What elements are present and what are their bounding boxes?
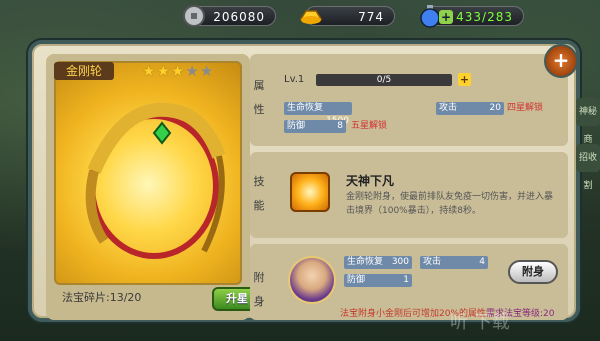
experience-bar: 0/5: [316, 74, 452, 86]
attach-button[interactable]: 附身: [508, 260, 558, 284]
attributes-section: 属性 Lv.1 0/5 + 生命恢复1500 攻击20 四星解锁 防御8 五星解…: [250, 54, 568, 146]
add-stamina-button[interactable]: +: [439, 10, 453, 24]
silver-value: 206080: [213, 10, 265, 24]
attach-label: 附身: [253, 271, 265, 308]
treasure-artwork: [54, 61, 242, 285]
fragment-count: 法宝碎片:13/20: [62, 291, 142, 304]
add-level-button[interactable]: +: [458, 73, 471, 86]
stat-hp-regen: 生命恢复1500: [284, 102, 352, 126]
attach-stat-attack: 攻击 4: [420, 256, 488, 269]
side-tab-2[interactable]: 招收割: [576, 144, 600, 191]
attach-stat-defense: 防御 1: [344, 274, 412, 287]
stat-attack: 攻击 20: [436, 102, 504, 115]
watermark-text: 听 下载: [450, 312, 510, 333]
skill-sun-icon: [290, 172, 330, 212]
star-rating: ★★★★★: [142, 62, 214, 80]
silver-counter: 206080: [183, 5, 276, 27]
stamina-value: 433/283: [456, 10, 513, 24]
details-column: 属性 Lv.1 0/5 + 生命恢复1500 攻击20 四星解锁 防御8 五星解…: [250, 54, 568, 320]
gold-counter: 774: [299, 6, 395, 26]
stat-defense: 防御 8: [284, 120, 346, 133]
star-icon: ★: [142, 62, 157, 80]
gold-ingot-icon: [299, 10, 323, 24]
attributes-label: 属性: [253, 79, 265, 116]
side-tab-1[interactable]: 神秘商: [576, 98, 600, 145]
character-portrait: [290, 258, 334, 302]
stat-locked-5star: 五星解锁: [351, 121, 388, 131]
golden-ring-icon: [85, 102, 226, 259]
star-icon: ★: [156, 62, 171, 80]
silver-coin-icon: [183, 5, 205, 27]
skill-name: 天神下凡: [346, 174, 395, 188]
star-empty-icon: ★: [199, 62, 215, 80]
star-icon: ★: [170, 62, 186, 80]
stamina-counter: + 433/283: [420, 5, 524, 28]
skill-description: 金刚轮附身，使最前排队友免疫一切伤害，并进入暴击境界（100%暴击），持续8秒。: [346, 192, 554, 216]
gold-value: 774: [358, 10, 384, 24]
skill-label: 技能: [253, 175, 265, 212]
treasure-card: 金刚轮 ★★★★★: [46, 54, 250, 320]
treasure-panel: 金刚轮 ★★★★★ 法宝碎片:13/20 升星 属性 Lv.1 0/5 + 生命…: [28, 40, 580, 322]
close-button[interactable]: +: [544, 44, 578, 78]
star-empty-icon: ★: [185, 62, 200, 80]
level-text: Lv.1: [284, 74, 305, 85]
attach-stat-hp-regen: 生命恢复 300: [344, 256, 412, 269]
stat-locked-4star: 四星解锁: [507, 103, 544, 113]
treasure-name: 金刚轮: [54, 62, 114, 80]
